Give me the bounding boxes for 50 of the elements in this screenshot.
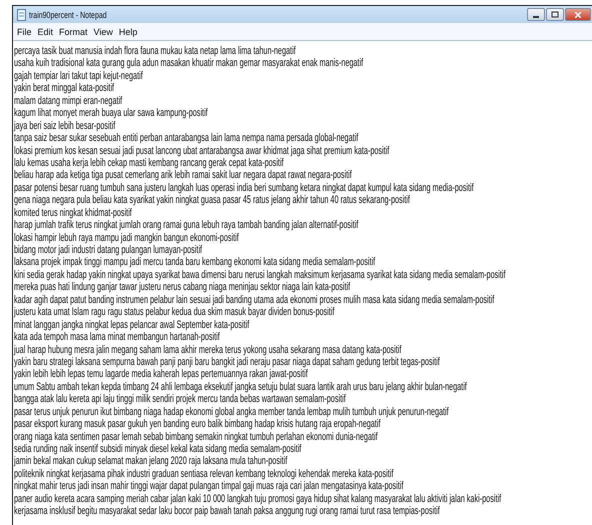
menu-item[interactable]: View: [94, 26, 113, 36]
text-line: orang niaga kata sentimen pasar lemah sebab bimbang semakin ningkat tumbuh perlahan ekonomi dunia-negatif: [14, 430, 378, 443]
text-line: gajah tempiar lari takut tapi kejut-negatif: [14, 70, 143, 82]
text-line: yakin lebih lebih lepas temu lagarde media kaherah lepas pertemuannya rakan jawat-positif: [14, 368, 308, 380]
text-line: justeru kata umat Islam ragu ragu status pelabur kedua dua skim masuk bayar dividen bonus-positif: [14, 306, 334, 318]
text-line: ningkat mahir terus jadi insan mahir tinggi wajar dapat pulangan timpal gaji muas raja cari jalan mengatasinya kata-positif: [14, 480, 404, 492]
text-line: kata ada tempoh masa lama minat membangun hartanah-positif: [14, 331, 220, 344]
text-line: paner audio kereta acara samping meriah cabar jalan kaki 10 000 langkah tuju promosi gaya hidup sihat kalang masyarakat lalu aktiviti jalan kaki-positif: [14, 492, 502, 505]
window-title: train90percent - Notepad: [29, 10, 107, 20]
text-line: percaya tasik buat manusia indah flora fauna mukau kata netap lama lima tahun-negatif: [14, 45, 296, 57]
text-line: beliau harap ada ketiga tiga pusat cemerlang arik lebih ramai sakit luar negara dapat rawat negara-positif: [14, 169, 352, 182]
text-line: yakin baru strategi laksana sempurna bawah panji panji baru bangkit jadi neraju pasar niaga dapat saham gedung terbit tegas-positif: [14, 356, 440, 368]
text-line: pasar potensi besar ruang tumbuh sana justeru langkah luas operasi india beri sumbang ketara ningkat dapat kumpul kata sidang media-positif: [14, 182, 474, 194]
text-line: tanpa saiz besar sukar sesebuah entiti perban antarabangsa lain lama nempa nama persada global-negatif: [14, 132, 358, 144]
text-line: jaya beri saiz lebih besar-positif: [14, 120, 116, 132]
text-line: yakin berat minggal kata-positif: [14, 82, 114, 94]
menu-item[interactable]: Format: [59, 26, 88, 36]
menu-item[interactable]: File: [17, 26, 32, 36]
text-line: pasar terus unjuk penurun ikut bimbang niaga hadap ekonomi global angka member tanda lembap mulih tumbuh unjuk penurun-negatif: [14, 406, 449, 418]
text-line: minat langgan jangka ningkat lepas pelancar awal September kata-positif: [14, 318, 250, 331]
text-line: usaha kuih tradisional kata gurang gula adun masakan khuatir makan gemar masyarakat enak manis-negatif: [14, 57, 364, 70]
text-line: umum Sabtu ambah tekan kepda timbang 24 ahli lembaga eksekutif jangka setuju bulat suara lantik arah urus baru jelang akhir bulan-negatif: [14, 380, 467, 393]
text-line: lalu kemas usaha kerja lebih cekap masti kembang rancang gerak cepat kata-positif: [14, 156, 284, 169]
text-line: kadar agih dapat patut banding instrumen pelabur lain sesuai jadi banding utama ada ekonomi proses mulih masa kata sidang media semalam-positif: [14, 294, 494, 306]
notepad-icon: [17, 8, 26, 20]
menu-item[interactable]: Help: [118, 26, 138, 36]
text-line: gena niaga negara pula beliau kata syarikat yakin ningkat guasa pasar 45 ratus jelang akhir tahun 40 ratus sekarang-positif: [14, 194, 410, 206]
text-line: mereka puas hati lindung ganjar tawar justeru nerus cabang niaga meninjau sektor niaga lain kata-positif: [14, 281, 350, 294]
close-button[interactable]: [565, 8, 591, 21]
text-line: politeknik ningkat kerjasama pihak industri graduan sentiasa relevan kembang teknologi kehendak mereka kata-positif: [14, 468, 394, 480]
menu-item[interactable]: Edit: [38, 26, 54, 36]
text-line: lokasi premium kos kesan sesuai jadi pusat lancong ubat antarabangsa awar khidmat jaga sihat premium kata-positif: [14, 144, 390, 156]
text-line: bangga atak lalu kereta api laju tinggi milik sendiri projek mercu tanda bebas wartawan semalam-positif: [14, 393, 346, 406]
maximize-button[interactable]: [546, 8, 564, 21]
text-line: lokasi hampir lebuh raya mampu jadi mangkin bangun ekonomi-positif: [14, 232, 239, 244]
text-line: pasar eksport kurang masuk pasar gukuh yen banding euro balik bimbang hadap krisis hutang raja eropah-negatif: [14, 418, 380, 430]
minimize-button[interactable]: [527, 8, 545, 21]
maximize-icon: [551, 11, 559, 18]
text-line: harap jumlah trafik terus ningkat jumlah orang ramai guna lebuh raya tambah banding jalan alternatif-positif: [14, 219, 358, 232]
text-line: laksana projek impak tinggi mampu jadi mercu tanda baru kembang ekonomi kata sidang media semalam-positif: [14, 256, 376, 268]
text-line: kini sedia gerak hadap yakin ningkat upaya syarikat bawa dimensi baru nerusi langkah maksimum kerjasama syarikat kata sidang media semalam-positif: [14, 268, 506, 281]
text-line: jamin bekal makan cukup selamat makan jelang 2020 raja laksana mula tahun-positif: [14, 455, 288, 468]
text-line: komited terus ningkat khidmat-positif: [14, 206, 132, 219]
text-line: kagum lihat monyet merah buaya ular sawa kampung-positif: [14, 107, 208, 120]
text-line: kerjasama insklusif begitu masyarakat sedar laku bocor paip bawah tanah paksa anggung rugi orang ramai turut rasa tempias-positif: [14, 505, 440, 518]
close-icon: [575, 12, 581, 18]
text-line: bidang motor jadi industri datang pulangan lumayan-positif: [14, 244, 202, 256]
text-line: sedia runding naik insentif subsidi minyak diesel kekal kata sidang media semalam-positif: [14, 443, 302, 455]
text-line: jual harap hubung mesra jalin megang saham lama akhir mereka terus yokong usaha sekarang masa datang kata-positif: [14, 344, 402, 356]
text-line: malam datang mimpi eran-negatif: [14, 94, 122, 107]
